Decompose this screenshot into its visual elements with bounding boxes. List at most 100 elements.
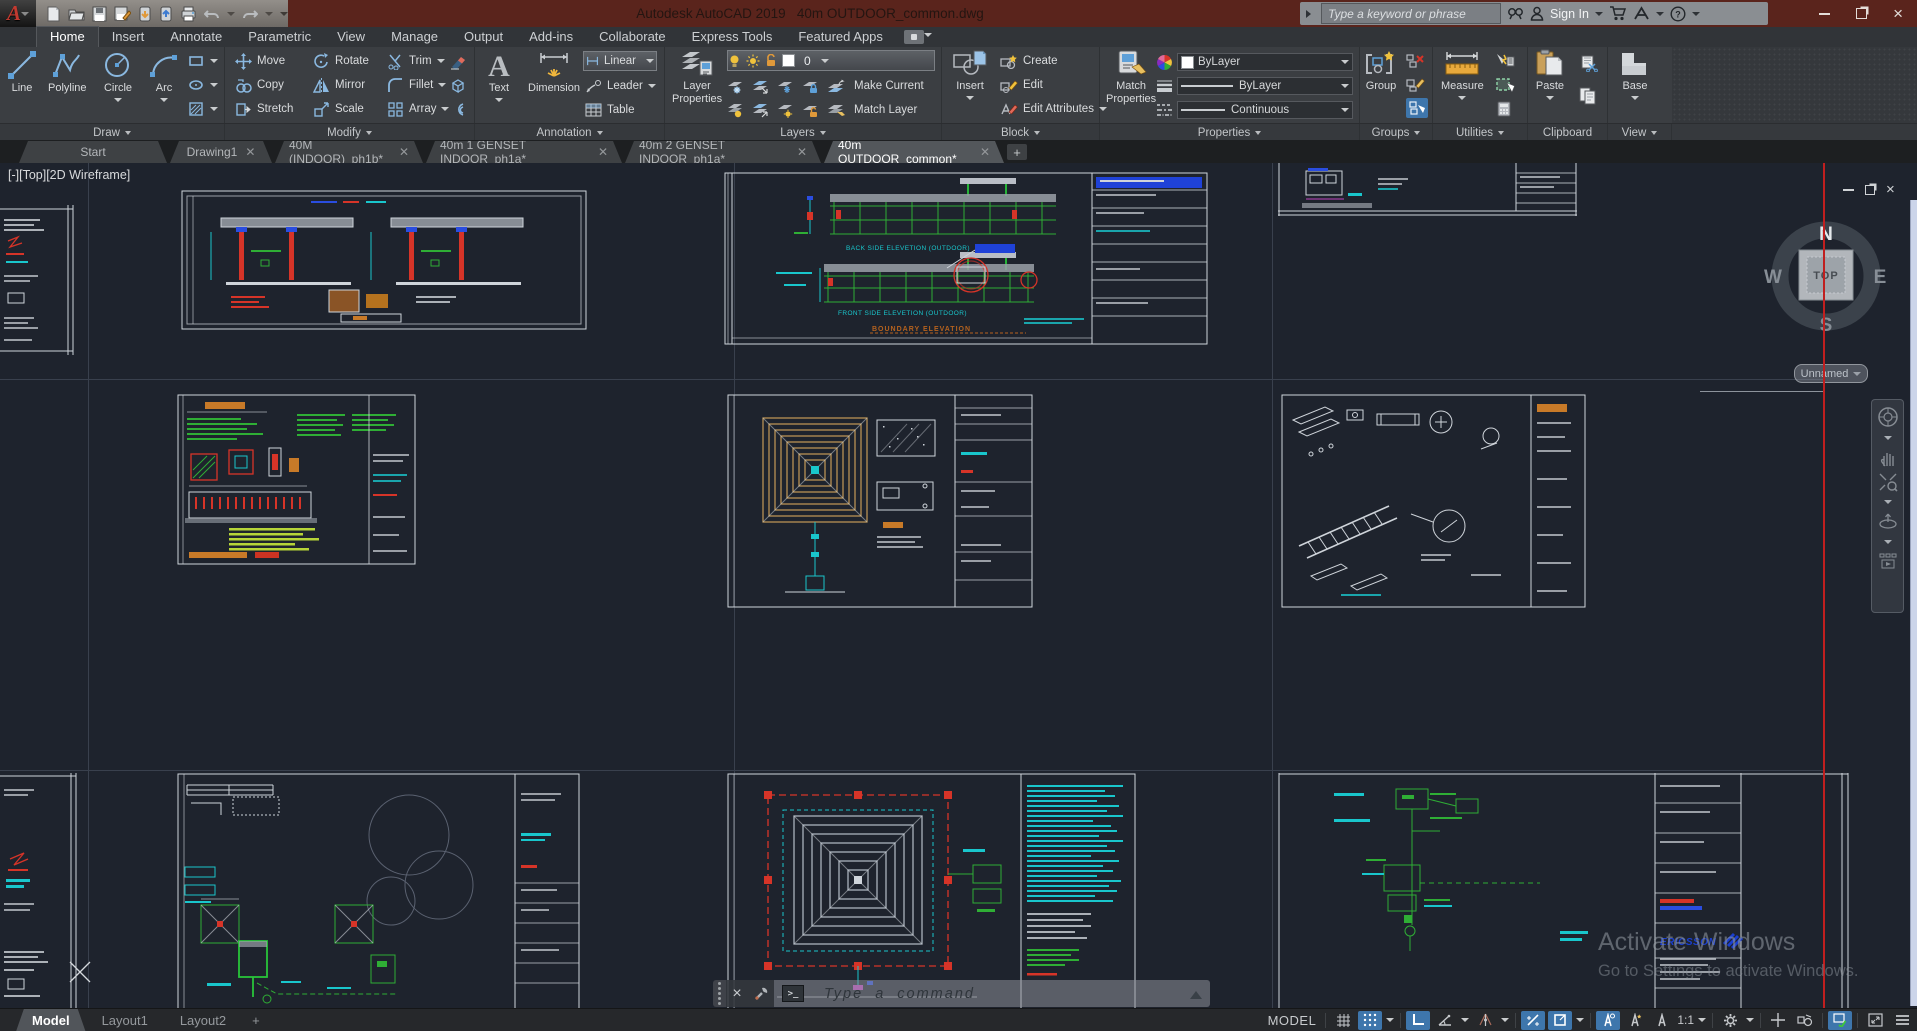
close-tab-icon[interactable]: ✕ — [797, 145, 807, 159]
sign-in-caret[interactable] — [1595, 12, 1603, 20]
new-file-icon[interactable] — [46, 6, 61, 22]
open-file-icon[interactable] — [68, 6, 85, 22]
layout-tab-model[interactable]: Model — [16, 1009, 86, 1031]
compass-east[interactable]: E — [1874, 267, 1887, 288]
ribbon-options-icon[interactable] — [904, 30, 924, 44]
cut-button[interactable] — [1578, 52, 1598, 74]
minimize-icon[interactable] — [1819, 13, 1830, 15]
group-edit-button[interactable] — [1406, 74, 1425, 96]
close-tab-icon[interactable]: ✕ — [399, 145, 409, 159]
orbit-icon[interactable] — [1878, 512, 1898, 532]
tab-home[interactable]: Home — [36, 26, 99, 47]
autodesk-app-caret[interactable] — [1656, 12, 1664, 20]
annotation-scale-button[interactable] — [1650, 1011, 1674, 1030]
panel-title-block[interactable]: Block — [942, 124, 1100, 141]
ortho-mode-toggle[interactable] — [1406, 1011, 1430, 1030]
annotation-scale-caret[interactable] — [1697, 1014, 1707, 1026]
compass-north[interactable]: N — [1819, 224, 1833, 245]
copy-clip-button[interactable] — [1578, 85, 1598, 107]
layer-properties-button[interactable]: Layer Properties — [672, 49, 722, 105]
explode-button[interactable] — [449, 74, 467, 96]
layer-thaw-icon[interactable] — [777, 103, 794, 118]
ellipse-tool-button[interactable] — [188, 74, 218, 96]
sign-in-label[interactable]: Sign In — [1550, 7, 1589, 21]
mirror-button[interactable]: Mirror — [313, 74, 365, 96]
paste-button[interactable]: Paste — [1534, 49, 1566, 104]
trim-button[interactable]: Trim — [387, 50, 445, 72]
edit-block-button[interactable]: Edit — [1000, 74, 1043, 96]
search-field[interactable] — [1321, 3, 1501, 24]
panel-title-layers[interactable]: Layers — [665, 124, 942, 141]
linetype-icon[interactable] — [1156, 103, 1173, 117]
new-tab-button[interactable]: + — [1007, 144, 1027, 160]
panel-title-groups[interactable]: Groups — [1360, 124, 1433, 141]
layer-dropdown-caret[interactable] — [821, 59, 829, 67]
save-to-web-icon[interactable] — [159, 6, 173, 22]
object-snap-toggle[interactable] — [1548, 1011, 1572, 1030]
object-color-combo[interactable]: ByLayer — [1177, 53, 1353, 71]
polyline-button[interactable]: Polyline — [48, 49, 87, 94]
offset-button[interactable] — [449, 98, 467, 120]
tab-insert[interactable]: Insert — [99, 27, 158, 47]
command-line-grip[interactable] — [713, 980, 726, 1007]
linear-dimension-combo[interactable]: Linear — [583, 51, 657, 71]
layer-isolate-icon[interactable] — [752, 79, 769, 94]
table-button[interactable]: Table — [585, 99, 635, 121]
file-tab-indoor-ph1b[interactable]: 40M (INDOOR)_ph1b*✕ — [275, 141, 423, 163]
restore-icon[interactable] — [1856, 8, 1867, 19]
file-tab-drawing1[interactable]: Drawing1✕ — [170, 141, 272, 163]
stretch-button[interactable]: Stretch — [235, 98, 293, 120]
command-recent-caret[interactable] — [810, 992, 818, 1000]
redo-icon[interactable] — [242, 7, 258, 21]
match-properties-button[interactable]: Match Properties — [1106, 49, 1156, 105]
navigation-wheel-icon[interactable] — [1877, 406, 1899, 428]
isolate-objects-button[interactable] — [1793, 1011, 1817, 1030]
text-button[interactable]: A Text — [483, 49, 515, 106]
erase-button[interactable] — [449, 50, 467, 72]
zoom-icon[interactable] — [1878, 472, 1898, 492]
base-button[interactable]: Base — [1618, 49, 1652, 104]
save-icon[interactable] — [92, 6, 107, 22]
layer-on-all-icon[interactable] — [727, 103, 744, 118]
polar-settings-caret[interactable] — [1460, 1014, 1470, 1026]
add-layout-button[interactable]: + — [242, 1009, 270, 1031]
app-store-cart-icon[interactable] — [1609, 6, 1627, 21]
command-prompt-icon[interactable]: >_ — [782, 985, 804, 1002]
panel-title-annotation[interactable]: Annotation — [475, 124, 665, 141]
panel-title-utilities[interactable]: Utilities — [1433, 124, 1528, 141]
tab-view[interactable]: View — [324, 27, 378, 47]
model-space-toggle[interactable]: MODEL — [1268, 1013, 1317, 1028]
color-wheel-icon[interactable] — [1156, 54, 1173, 71]
edit-attributes-button[interactable]: Edit Attributes — [1000, 98, 1107, 120]
showmotion-icon[interactable] — [1878, 552, 1898, 570]
hatch-tool-button[interactable] — [188, 98, 218, 120]
vertical-scrollbar[interactable] — [1910, 200, 1917, 1006]
scale-button[interactable]: Scale — [313, 98, 364, 120]
close-icon[interactable]: × — [1893, 5, 1903, 22]
group-button[interactable]: Group — [1364, 49, 1398, 92]
save-as-icon[interactable] — [114, 6, 131, 22]
grid-display-toggle[interactable] — [1331, 1011, 1355, 1030]
file-tab-outdoor-common[interactable]: 40m OUTDOOR_common*✕ — [824, 141, 1004, 163]
dimension-button[interactable]: Dimension — [523, 49, 585, 94]
close-tab-icon[interactable]: ✕ — [245, 145, 255, 159]
customization-menu-button[interactable] — [1890, 1011, 1914, 1030]
tab-addins[interactable]: Add-ins — [516, 27, 586, 47]
rotate-button[interactable]: Rotate — [313, 50, 369, 72]
tab-manage[interactable]: Manage — [378, 27, 451, 47]
snap-mode-toggle[interactable] — [1358, 1011, 1382, 1030]
file-tab-start[interactable]: Start — [19, 141, 167, 163]
fillet-button[interactable]: Fillet — [387, 74, 446, 96]
file-tab-genset2[interactable]: 40m 2 GENSET INDOOR_ph1a*✕ — [625, 141, 821, 163]
layer-unisolate-icon[interactable] — [752, 103, 769, 118]
lineweight-icon[interactable] — [1156, 79, 1173, 93]
plot-icon[interactable] — [180, 6, 197, 22]
ribbon-display-caret[interactable] — [924, 33, 932, 41]
make-current-icon[interactable] — [827, 79, 846, 94]
command-input-area[interactable]: >_ Type a command — [774, 980, 1210, 1007]
group-selection-toggle[interactable] — [1406, 98, 1428, 118]
quick-select-button[interactable] — [1495, 50, 1515, 72]
search-icon[interactable] — [1507, 6, 1524, 21]
search-input[interactable] — [1322, 7, 1500, 21]
close-tab-icon[interactable]: ✕ — [980, 145, 990, 159]
